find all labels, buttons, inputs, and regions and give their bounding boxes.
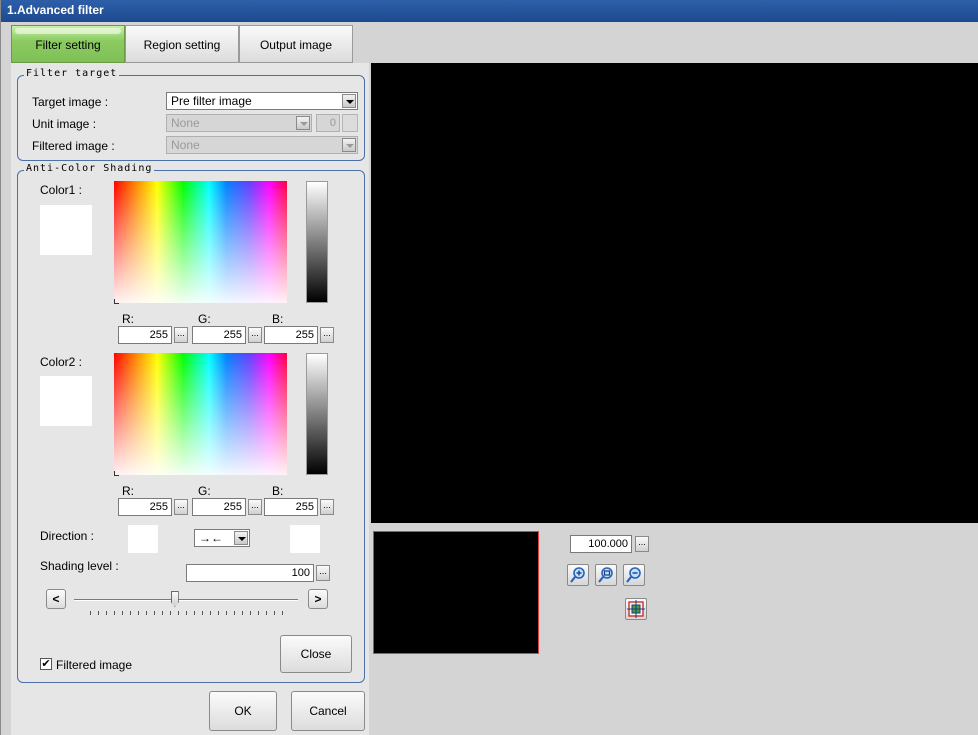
check-icon: ✔: [41, 658, 51, 670]
target-image-label: Target image :: [32, 95, 109, 109]
zoom-input[interactable]: 100.000: [570, 535, 632, 553]
shading-level-label: Shading level :: [40, 559, 119, 573]
slider-increase-button[interactable]: >: [308, 589, 328, 609]
window-title: 1.Advanced filter: [1, 0, 978, 22]
color2-label: Color2 :: [40, 355, 83, 369]
color2-b-ellipsis-button[interactable]: ...: [320, 499, 334, 515]
target-image-value: Pre filter image: [171, 94, 252, 108]
filtered-image-checkbox[interactable]: ✔: [40, 658, 52, 670]
filtered-image-checkbox-label: Filtered image: [56, 658, 133, 672]
picker-corner-mark: [114, 299, 119, 304]
shading-level-ellipsis-button[interactable]: ...: [316, 565, 330, 581]
color1-label: Color1 :: [40, 183, 83, 197]
anti-color-shading-title: Anti-Color Shading: [24, 163, 155, 174]
fit-window-icon: [627, 600, 645, 618]
shading-level-slider-thumb[interactable]: [170, 591, 179, 607]
direction-select[interactable]: →←: [194, 529, 250, 547]
color1-r-ellipsis-button[interactable]: ...: [174, 327, 188, 343]
color2-b-input[interactable]: 255: [264, 498, 318, 516]
picker-corner-mark: [114, 471, 119, 476]
color2-r-ellipsis-button[interactable]: ...: [174, 499, 188, 515]
anti-color-shading-group: Anti-Color Shading Color1 : R: G: B: 255…: [17, 163, 365, 683]
shading-level-input[interactable]: 100: [186, 564, 314, 582]
color1-r-label: R:: [122, 312, 134, 326]
color1-g-ellipsis-button[interactable]: ...: [248, 327, 262, 343]
zoom-out-button[interactable]: [623, 564, 645, 586]
tab-output-image[interactable]: Output image: [239, 25, 353, 63]
color2-r-label: R:: [122, 484, 134, 498]
filter-target-group: Filter target Target image : Pre filter …: [17, 68, 365, 161]
unit-image-label: Unit image :: [32, 117, 97, 131]
color1-r-input[interactable]: 255: [118, 326, 172, 344]
unit-image-number[interactable]: 0: [316, 114, 340, 132]
direction-color1-swatch: [128, 525, 158, 553]
color1-spectrum-picker[interactable]: [114, 181, 287, 303]
image-viewer[interactable]: [371, 63, 978, 523]
zoom-in-button[interactable]: [567, 564, 589, 586]
color1-b-input[interactable]: 255: [264, 326, 318, 344]
unit-image-value: None: [171, 116, 200, 130]
unit-image-select[interactable]: None: [166, 114, 312, 132]
color2-swatch: [40, 376, 92, 426]
slider-decrease-button[interactable]: <: [46, 589, 66, 609]
filtered-image-label: Filtered image :: [32, 139, 115, 153]
color2-g-ellipsis-button[interactable]: ...: [248, 499, 262, 515]
advanced-filter-window: 1.Advanced filter Filter setting Region …: [0, 0, 978, 735]
filtered-image-select[interactable]: None: [166, 136, 358, 154]
color2-g-label: G:: [198, 484, 211, 498]
color2-spectrum-picker[interactable]: [114, 353, 287, 475]
color1-g-label: G:: [198, 312, 211, 326]
color2-r-input[interactable]: 255: [118, 498, 172, 516]
cancel-button[interactable]: Cancel: [291, 691, 365, 731]
color1-g-input[interactable]: 255: [192, 326, 246, 344]
tab-filter-setting[interactable]: Filter setting: [11, 25, 125, 63]
unit-image-ellipsis-button[interactable]: [342, 114, 358, 132]
ok-button[interactable]: OK: [209, 691, 277, 731]
fit-to-window-button[interactable]: [625, 598, 647, 620]
shading-level-slider-track[interactable]: [74, 599, 298, 601]
close-button[interactable]: Close: [280, 635, 352, 673]
direction-value: →←: [199, 531, 223, 545]
color1-b-ellipsis-button[interactable]: ...: [320, 327, 334, 343]
direction-color2-swatch: [290, 525, 320, 553]
chevron-down-icon[interactable]: [234, 531, 248, 545]
zoom-out-icon: [626, 567, 641, 583]
color2-b-label: B:: [272, 484, 284, 498]
settings-panel: Filter target Target image : Pre filter …: [11, 63, 369, 735]
color2-brightness-bar[interactable]: [306, 353, 328, 475]
thumbnail-viewer[interactable]: [373, 531, 539, 654]
direction-label: Direction :: [40, 529, 95, 543]
color1-swatch: [40, 205, 92, 255]
color2-g-input[interactable]: 255: [192, 498, 246, 516]
chevron-down-icon[interactable]: [296, 116, 310, 130]
slider-tick-marks: [90, 611, 290, 615]
zoom-fit-button[interactable]: [595, 564, 617, 586]
target-image-select[interactable]: Pre filter image: [166, 92, 358, 110]
color1-brightness-bar[interactable]: [306, 181, 328, 303]
zoom-in-icon: [570, 567, 585, 583]
zoom-fit-icon: [598, 567, 613, 583]
filtered-image-value: None: [171, 138, 200, 152]
filter-target-title: Filter target: [24, 68, 120, 79]
chevron-down-icon[interactable]: [342, 94, 356, 108]
tab-region-setting[interactable]: Region setting: [125, 25, 239, 63]
chevron-down-icon[interactable]: [342, 138, 356, 152]
zoom-ellipsis-button[interactable]: ...: [635, 536, 649, 552]
color1-b-label: B:: [272, 312, 284, 326]
